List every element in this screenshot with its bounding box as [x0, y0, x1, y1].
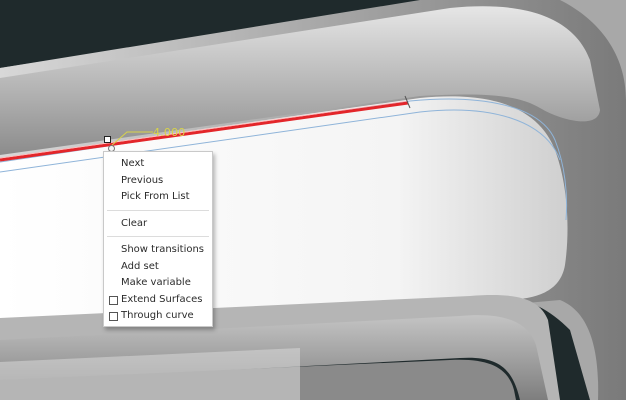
- menu-item-pick-from-list[interactable]: Pick From List: [104, 189, 212, 206]
- menu-item-through-curve[interactable]: Through curve: [104, 308, 212, 325]
- menu-separator: [107, 209, 209, 211]
- menu-item-clear[interactable]: Clear: [104, 216, 212, 233]
- checkbox-icon[interactable]: [109, 295, 118, 305]
- dimension-value-label[interactable]: 4.000: [153, 126, 186, 139]
- menu-item-label: Through curve: [121, 310, 194, 321]
- context-menu: Next Previous Pick From List Clear Show …: [103, 151, 213, 327]
- checkbox-icon[interactable]: [109, 312, 118, 321]
- model-geometry: [0, 0, 626, 400]
- drag-handle[interactable]: [104, 136, 111, 143]
- cad-viewport[interactable]: 4.000: [0, 0, 626, 400]
- menu-item-make-variable[interactable]: Make variable: [104, 275, 212, 292]
- menu-item-show-transitions[interactable]: Show transitions: [104, 242, 212, 259]
- menu-item-previous[interactable]: Previous: [104, 173, 212, 190]
- menu-item-label: Extend Surfaces: [121, 293, 203, 305]
- menu-separator: [107, 236, 209, 237]
- menu-item-add-set[interactable]: Add set: [104, 259, 212, 276]
- menu-item-next[interactable]: Next: [104, 156, 212, 173]
- menu-item-extend-surfaces[interactable]: Extend Surfaces: [104, 292, 212, 309]
